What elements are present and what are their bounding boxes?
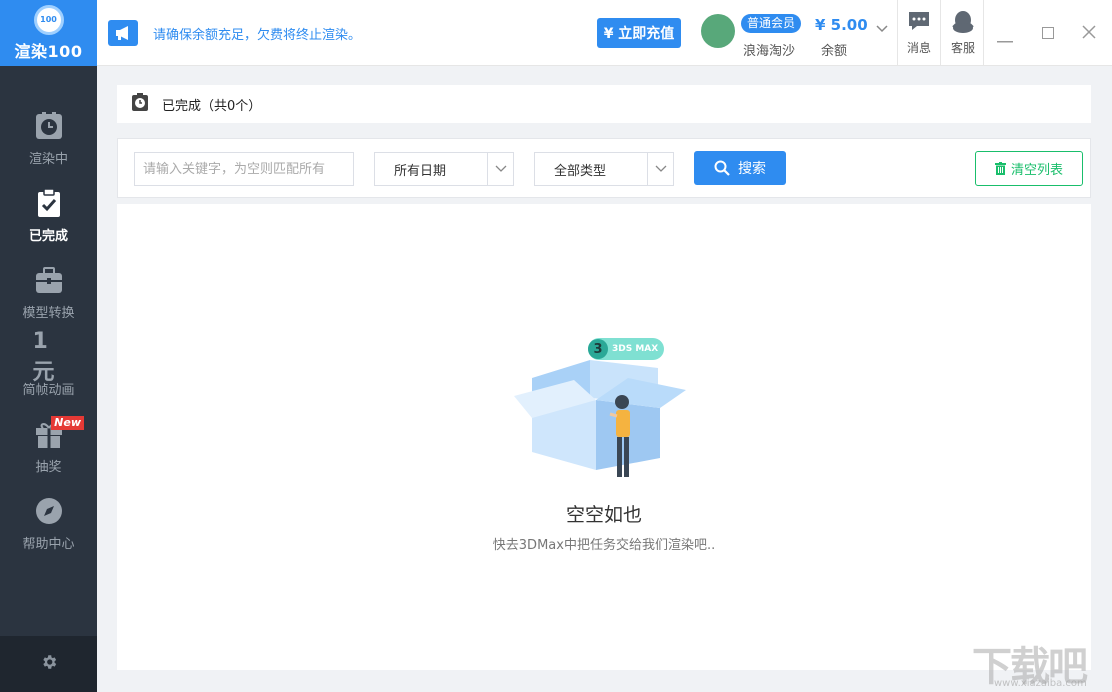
divider	[897, 0, 898, 66]
clear-list-button[interactable]: 清空列表	[975, 151, 1083, 186]
avatar[interactable]	[701, 14, 735, 48]
sidebar-item-label: 已完成	[29, 225, 68, 244]
one-yuan-icon: 1元	[33, 341, 65, 373]
clipboard-check-icon	[33, 187, 65, 219]
top-bar: 请确保余额充足，欠费将终止渲染。 ¥ 立即充值 普通会员 浪海淘沙 ¥ 5.00…	[97, 0, 1112, 66]
clock-icon	[33, 110, 65, 142]
close-icon[interactable]	[1082, 25, 1096, 43]
search-icon	[714, 160, 730, 176]
date-select-value: 所有日期	[375, 160, 487, 179]
page-title: 已完成（共0个）	[162, 95, 261, 114]
sidebar-item-frame-animation[interactable]: 1元 简帧动画	[0, 331, 97, 408]
logo-badge: 100	[34, 5, 64, 35]
compass-icon	[33, 495, 65, 527]
maximize-icon[interactable]	[1042, 27, 1054, 43]
member-badge: 普通会员	[741, 14, 801, 33]
username: 浪海淘沙	[743, 40, 795, 59]
sidebar-item-lottery[interactable]: New 抽奖	[0, 408, 97, 485]
service-button[interactable]: 客服	[943, 10, 983, 56]
chevron-down-icon	[647, 152, 673, 186]
3dsmax-tag-text: 3DS MAX	[612, 344, 658, 354]
sidebar-item-label: 模型转换	[22, 302, 74, 321]
sidebar: 100 渲染100 渲染中 已完成 模型转换 1元 简帧动画 New	[0, 0, 97, 692]
settings-button[interactable]	[0, 636, 97, 692]
sidebar-item-label: 抽奖	[35, 456, 61, 475]
page-title-bar: 已完成（共0个）	[117, 85, 1091, 123]
chat-icon	[907, 10, 931, 35]
divider	[940, 0, 941, 66]
sidebar-item-help-center[interactable]: 帮助中心	[0, 485, 97, 562]
timer-icon	[132, 93, 148, 115]
briefcase-icon	[33, 264, 65, 296]
filter-bar: 所有日期 全部类型 搜索 清空列表	[117, 138, 1091, 198]
sidebar-item-completed[interactable]: 已完成	[0, 177, 97, 254]
results-panel: 3 3DS MAX 空空如也 快去3DMax中把任务交给我们渲染吧..	[117, 204, 1091, 670]
gear-icon	[40, 653, 58, 675]
type-select-value: 全部类型	[535, 160, 647, 179]
date-select[interactable]: 所有日期	[374, 152, 514, 186]
sidebar-item-label: 简帧动画	[22, 379, 74, 398]
balance-label: 余额	[821, 40, 847, 59]
chevron-down-icon[interactable]	[875, 22, 889, 40]
app-logo: 100 渲染100	[0, 0, 97, 66]
search-input[interactable]	[134, 152, 354, 186]
sidebar-nav: 渲染中 已完成 模型转换 1元 简帧动画 New 抽奖	[0, 100, 97, 562]
empty-box-illustration: 3 3DS MAX	[510, 334, 690, 488]
message-button[interactable]: 消息	[899, 10, 939, 56]
sidebar-item-model-convert[interactable]: 模型转换	[0, 254, 97, 331]
sidebar-item-label: 渲染中	[29, 148, 68, 167]
clear-list-label: 清空列表	[1011, 159, 1063, 178]
service-label: 客服	[951, 39, 975, 56]
megaphone-icon	[108, 20, 138, 46]
sidebar-item-rendering[interactable]: 渲染中	[0, 100, 97, 177]
message-label: 消息	[907, 39, 931, 56]
type-select[interactable]: 全部类型	[534, 152, 674, 186]
sidebar-item-label: 帮助中心	[22, 533, 74, 552]
new-badge: New	[51, 416, 84, 430]
trash-icon	[995, 162, 1006, 175]
penguin-icon	[952, 10, 974, 37]
balance-value: ¥ 5.00	[815, 16, 868, 34]
notice-text: 请确保余额充足，欠费将终止渲染。	[153, 24, 361, 43]
search-button-label: 搜索	[738, 158, 766, 178]
3dsmax-tag: 3 3DS MAX	[588, 338, 664, 360]
recharge-button[interactable]: ¥ 立即充值	[597, 18, 681, 48]
search-button[interactable]: 搜索	[694, 151, 786, 185]
chevron-down-icon	[487, 152, 513, 186]
watermark-url: www.xiazaiba.com	[994, 678, 1087, 689]
minimize-icon[interactable]	[997, 32, 1013, 47]
logo-text: 渲染100	[15, 38, 83, 62]
3dsmax-logo-icon: 3	[588, 339, 608, 359]
empty-title: 空空如也	[117, 500, 1091, 527]
empty-subtitle: 快去3DMax中把任务交给我们渲染吧..	[117, 534, 1091, 553]
divider	[983, 0, 984, 66]
